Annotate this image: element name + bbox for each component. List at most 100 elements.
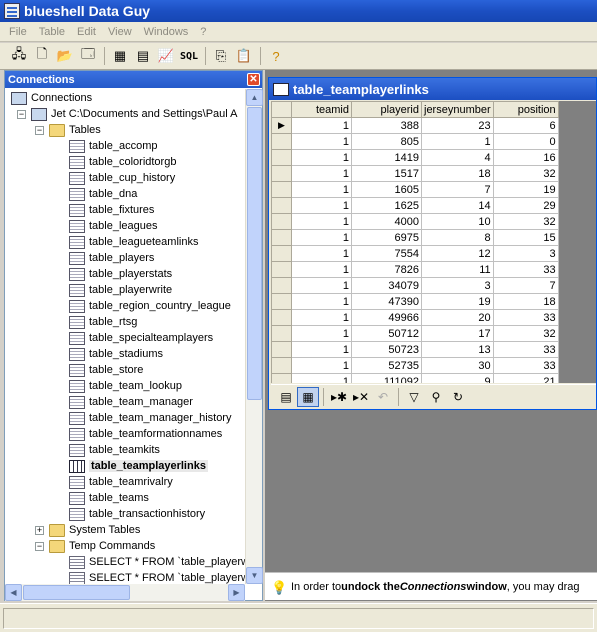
cell-jerseynumber[interactable]: 30 bbox=[421, 357, 494, 374]
new-record-icon[interactable]: ▸✱ bbox=[328, 387, 350, 407]
cell-teamid[interactable]: 1 bbox=[291, 325, 352, 342]
cell-position[interactable]: 32 bbox=[492, 325, 559, 342]
scroll-thumb[interactable] bbox=[247, 107, 262, 400]
row-selector[interactable] bbox=[271, 293, 292, 310]
tree-table-item[interactable]: table_players bbox=[69, 250, 154, 266]
grid-icon[interactable]: ▤ bbox=[132, 45, 154, 67]
tree-horizontal-scrollbar[interactable]: ◀ ▶ bbox=[5, 584, 245, 601]
cell-playerid[interactable]: 1625 bbox=[351, 197, 422, 214]
tree-table-item[interactable]: table_dna bbox=[69, 186, 137, 202]
filter-icon[interactable]: ▽ bbox=[403, 387, 425, 407]
cell-position[interactable]: 33 bbox=[492, 309, 559, 326]
row-selector[interactable] bbox=[271, 181, 292, 198]
table-row[interactable]: 1 50712 17 32 bbox=[271, 325, 559, 342]
scroll-left-icon[interactable]: ◀ bbox=[5, 584, 22, 601]
cell-position[interactable]: 29 bbox=[492, 197, 559, 214]
tree-table-item[interactable]: table_teamplayerlinks bbox=[69, 458, 208, 474]
cell-teamid[interactable]: 1 bbox=[291, 293, 352, 310]
cell-jerseynumber[interactable]: 4 bbox=[421, 149, 494, 166]
tree-table-item[interactable]: table_leagueteamlinks bbox=[69, 234, 198, 250]
find-icon[interactable]: ⚲ bbox=[425, 387, 447, 407]
scroll-thumb[interactable] bbox=[23, 585, 130, 600]
delete-record-icon[interactable]: ▸✕ bbox=[350, 387, 372, 407]
cell-jerseynumber[interactable]: 13 bbox=[421, 341, 494, 358]
collapse-icon[interactable]: − bbox=[17, 110, 26, 119]
new-connection-icon[interactable]: 🖧 bbox=[8, 45, 30, 67]
cell-playerid[interactable]: 7554 bbox=[351, 245, 422, 262]
cell-playerid[interactable]: 1517 bbox=[351, 165, 422, 182]
cell-teamid[interactable]: 1 bbox=[291, 277, 352, 294]
tree-table-item[interactable]: table_region_country_league bbox=[69, 298, 231, 314]
cell-playerid[interactable]: 388 bbox=[351, 117, 422, 134]
cell-playerid[interactable]: 4000 bbox=[351, 213, 422, 230]
tree-table-item[interactable]: table_stadiums bbox=[69, 346, 163, 362]
column-header-jerseynumber[interactable]: jerseynumber bbox=[421, 101, 494, 118]
tree-table-item[interactable]: table_leagues bbox=[69, 218, 158, 234]
tree-table-item[interactable]: table_store bbox=[69, 362, 143, 378]
tree-table-item[interactable]: table_teamrivalry bbox=[69, 474, 173, 490]
tree-table-item[interactable]: table_transactionhistory bbox=[69, 506, 205, 522]
cell-jerseynumber[interactable]: 7 bbox=[421, 181, 494, 198]
cell-teamid[interactable]: 1 bbox=[291, 341, 352, 358]
cell-playerid[interactable]: 805 bbox=[351, 133, 422, 150]
cell-position[interactable]: 33 bbox=[492, 261, 559, 278]
table-row[interactable]: 1 1625 14 29 bbox=[271, 197, 559, 214]
form-view-icon[interactable]: ▤ bbox=[275, 387, 297, 407]
cell-jerseynumber[interactable]: 8 bbox=[421, 229, 494, 246]
refresh-icon[interactable]: ↻ bbox=[447, 387, 469, 407]
cell-jerseynumber[interactable]: 11 bbox=[421, 261, 494, 278]
cell-playerid[interactable]: 6975 bbox=[351, 229, 422, 246]
cell-jerseynumber[interactable]: 17 bbox=[421, 325, 494, 342]
close-icon[interactable]: ✕ bbox=[247, 73, 260, 86]
cell-teamid[interactable]: 1 bbox=[291, 261, 352, 278]
table-row[interactable]: 1 1605 7 19 bbox=[271, 181, 559, 198]
sql-button[interactable]: SQL bbox=[178, 45, 200, 67]
cell-jerseynumber[interactable]: 10 bbox=[421, 213, 494, 230]
row-selector[interactable] bbox=[271, 245, 292, 262]
paste-icon[interactable]: 📋 bbox=[233, 45, 255, 67]
table-row[interactable]: 1 50723 13 33 bbox=[271, 341, 559, 358]
scroll-up-icon[interactable]: ▲ bbox=[246, 89, 263, 106]
menu-table[interactable]: Table bbox=[33, 26, 71, 38]
cell-teamid[interactable]: 1 bbox=[291, 197, 352, 214]
tree-table-item[interactable]: table_team_lookup bbox=[69, 378, 182, 394]
row-selector[interactable] bbox=[271, 197, 292, 214]
row-selector[interactable] bbox=[271, 261, 292, 278]
tree-system-tables[interactable]: System Tables bbox=[49, 522, 140, 538]
cell-teamid[interactable]: 1 bbox=[291, 165, 352, 182]
cell-playerid[interactable]: 1605 bbox=[351, 181, 422, 198]
row-selector[interactable] bbox=[271, 309, 292, 326]
table-row[interactable]: 1 47390 19 18 bbox=[271, 293, 559, 310]
tree-db-connection[interactable]: Jet C:\Documents and Settings\Paul A bbox=[31, 106, 238, 122]
row-selector[interactable] bbox=[271, 149, 292, 166]
row-selector[interactable]: ▶ bbox=[271, 117, 292, 134]
cell-position[interactable]: 6 bbox=[492, 117, 559, 134]
expand-icon[interactable]: + bbox=[35, 526, 44, 535]
chart-icon[interactable]: 📈 bbox=[155, 45, 177, 67]
grid-view-icon[interactable]: ▦ bbox=[297, 387, 319, 407]
table-row[interactable]: 1 1517 18 32 bbox=[271, 165, 559, 182]
cell-teamid[interactable]: 1 bbox=[291, 229, 352, 246]
tree-tables-folder[interactable]: Tables bbox=[49, 122, 101, 138]
tree-table-item[interactable]: table_teamformationnames bbox=[69, 426, 222, 442]
column-header-position[interactable]: position bbox=[492, 101, 559, 118]
collapse-icon[interactable]: − bbox=[35, 542, 44, 551]
row-selector[interactable] bbox=[271, 133, 292, 150]
help-icon[interactable]: ? bbox=[265, 45, 287, 67]
new-file-icon[interactable]: 🗋 bbox=[31, 45, 53, 67]
cell-jerseynumber[interactable]: 23 bbox=[421, 117, 494, 134]
cell-teamid[interactable]: 1 bbox=[291, 245, 352, 262]
cell-teamid[interactable]: 1 bbox=[291, 149, 352, 166]
row-selector[interactable] bbox=[271, 213, 292, 230]
cell-position[interactable]: 3 bbox=[492, 245, 559, 262]
cell-position[interactable]: 33 bbox=[492, 341, 559, 358]
cell-teamid[interactable]: 1 bbox=[291, 181, 352, 198]
scroll-down-icon[interactable]: ▼ bbox=[246, 567, 263, 584]
row-selector[interactable] bbox=[271, 341, 292, 358]
row-selector[interactable] bbox=[271, 229, 292, 246]
cell-teamid[interactable]: 1 bbox=[291, 133, 352, 150]
row-selector[interactable] bbox=[271, 325, 292, 342]
cell-position[interactable]: 15 bbox=[492, 229, 559, 246]
properties-icon[interactable]: 🗔 bbox=[77, 45, 99, 67]
tree-temp-commands[interactable]: Temp Commands bbox=[49, 538, 155, 554]
